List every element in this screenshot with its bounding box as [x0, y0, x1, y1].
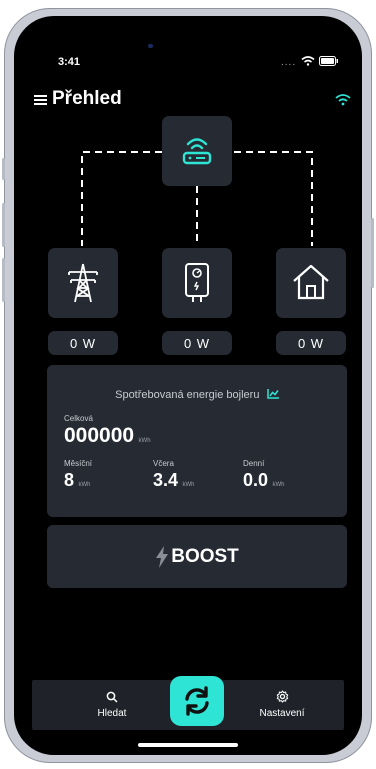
total-label: Celková: [64, 414, 93, 423]
bolt-icon: [156, 545, 169, 568]
monthly-label: Měsíční: [64, 459, 93, 468]
nav-search[interactable]: Hledat: [82, 690, 142, 719]
boiler-tile[interactable]: [162, 248, 232, 318]
monthly-unit: kWh: [78, 482, 91, 488]
volume-up-button: [2, 203, 5, 247]
total-unit: kWh: [138, 438, 151, 444]
home-power-value: 0 W: [276, 331, 346, 355]
refresh-icon: [185, 686, 209, 716]
total-reading: 000000 kWh: [64, 424, 151, 448]
monthly-value: 8: [64, 470, 75, 490]
router-tile[interactable]: [162, 116, 232, 186]
search-icon: [106, 691, 118, 703]
energy-card-header: Spotřebovaná energie bojleru: [47, 385, 347, 403]
gear-icon: [276, 690, 288, 703]
pylon-icon: [68, 263, 98, 303]
refresh-button[interactable]: [170, 676, 224, 726]
daily-unit: kWh: [272, 482, 285, 488]
volume-down-button: [2, 258, 5, 302]
yesterday-label: Včera: [153, 459, 174, 468]
boost-label: BOOST: [171, 545, 239, 567]
boiler-icon: [185, 263, 209, 302]
phone-frame: 3:41 .... Přehled 0 W 0 W 0 W Spotřebova…: [2, 8, 374, 763]
home-tile[interactable]: [276, 248, 346, 318]
boost-button[interactable]: BOOST: [47, 525, 347, 588]
house-icon: [293, 264, 329, 300]
energy-card: Spotřebovaná energie bojleru Celková 000…: [47, 365, 347, 517]
chart-icon[interactable]: [267, 389, 279, 399]
nav-settings-label: Nastavení: [259, 708, 305, 719]
power-button: [371, 218, 374, 288]
yesterday-unit: kWh: [182, 482, 195, 488]
grid-power-value: 0 W: [48, 331, 118, 355]
nav-search-label: Hledat: [97, 708, 127, 719]
total-value: 000000: [64, 424, 135, 447]
home-indicator: [138, 743, 238, 747]
monthly-reading: 8 kWh: [64, 470, 90, 491]
daily-label: Denní: [243, 459, 265, 468]
router-icon: [182, 138, 212, 165]
yesterday-reading: 3.4 kWh: [153, 470, 194, 491]
energy-card-title: Spotřebovaná energie bojleru: [115, 389, 260, 401]
screen: 3:41 .... Přehled 0 W 0 W 0 W Spotřebova…: [14, 16, 362, 755]
daily-value: 0.0: [243, 470, 269, 490]
yesterday-value: 3.4: [153, 470, 179, 490]
grid-tile[interactable]: [48, 248, 118, 318]
boiler-power-value: 0 W: [162, 331, 232, 355]
daily-reading: 0.0 kWh: [243, 470, 284, 491]
mute-switch: [2, 158, 5, 180]
nav-settings[interactable]: Nastavení: [247, 690, 317, 719]
